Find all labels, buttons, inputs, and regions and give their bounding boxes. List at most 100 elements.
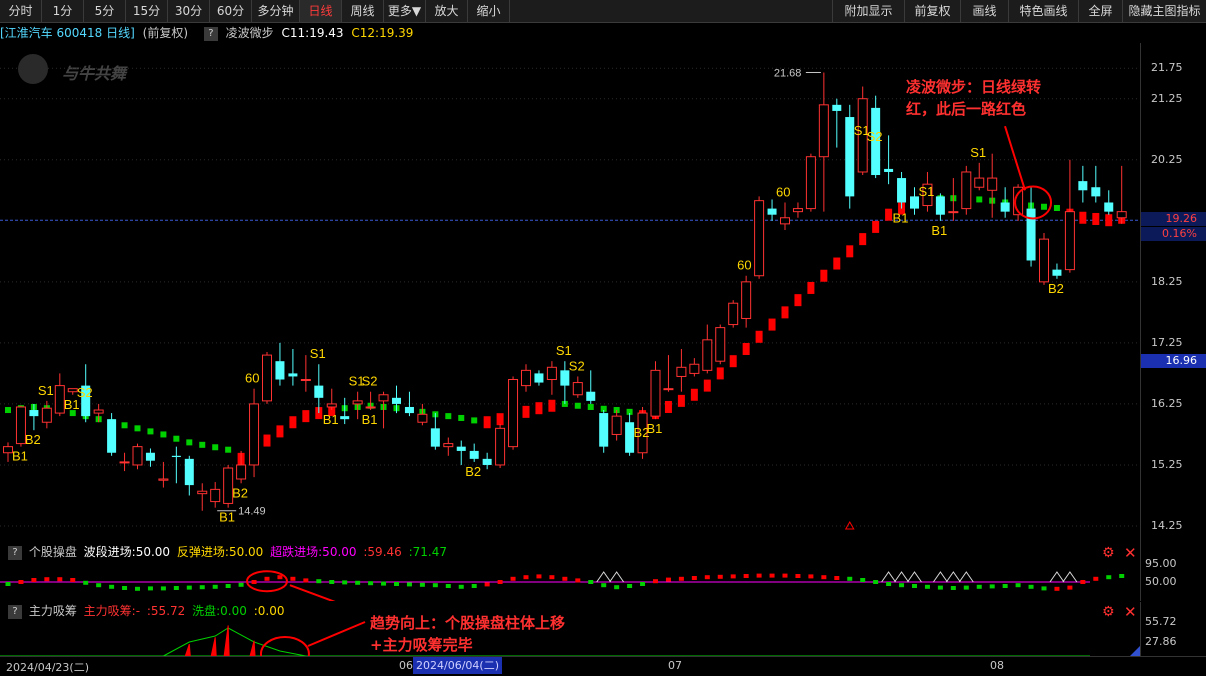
toolbar-btn-9[interactable]: 更多▼ — [384, 0, 426, 22]
panel1-close-icon[interactable]: ✕ — [1124, 546, 1138, 561]
toolbar-btn-10[interactable]: 放大 — [426, 0, 468, 22]
toolbar-btn-3[interactable]: 15分 — [126, 0, 168, 22]
candle-body-47 — [611, 415, 622, 435]
price-tick-9: 15.25 — [1151, 457, 1183, 471]
stock-title[interactable]: [江淮汽车 600418 日线] — [0, 26, 135, 40]
toolbar-right-btn-0[interactable]: 附加显示 — [832, 0, 904, 22]
toolbar-right-btn-2[interactable]: 画线 — [960, 0, 1008, 22]
toolbar-btn-0[interactable]: 分时 — [0, 0, 42, 22]
candle-body-80 — [1039, 238, 1049, 283]
candle-body-16 — [210, 488, 221, 503]
signal-marker-18: 60 — [737, 258, 751, 273]
candle-body-8 — [107, 419, 117, 453]
trail-mark-9 — [121, 422, 128, 429]
panel1-bar-29 — [381, 581, 387, 586]
info-bar: [江淮汽车 600418 日线] (前复权) ? 凌波微步 C11:19.43 … — [0, 23, 417, 43]
candle-body-77 — [1000, 202, 1010, 212]
trail-mark-67 — [872, 220, 880, 233]
trail-mark-75 — [976, 196, 983, 203]
candle-body-26 — [340, 416, 350, 420]
trail-mark-66 — [859, 233, 867, 246]
candle-body-51 — [663, 388, 674, 391]
toolbar-right-btn-3[interactable]: 特色画线 — [1008, 0, 1078, 22]
panel2-gear-icon[interactable]: ⚙ — [1102, 605, 1116, 619]
candle-body-23 — [300, 379, 311, 382]
panel1-bar-68 — [886, 582, 892, 586]
panel1-bar-28 — [368, 581, 374, 586]
signal-marker-13: B2 — [465, 464, 481, 479]
panel1-bar-17 — [225, 584, 231, 588]
trail-mark-16 — [212, 444, 219, 451]
panel1-triangle-7 — [958, 571, 974, 583]
panel1-bar-49 — [640, 582, 646, 586]
panel1-bar-1 — [18, 580, 24, 584]
trail-mark-60 — [781, 306, 789, 319]
candle-body-86 — [1116, 211, 1127, 219]
trail-mark-68 — [885, 208, 893, 221]
corner-marker-icon — [1130, 646, 1140, 656]
signal-marker-8: S1 — [310, 346, 326, 361]
help-icon[interactable]: ? — [203, 26, 218, 41]
panel1-name: 个股操盘 — [28, 545, 77, 559]
panel1-gear-icon[interactable]: ⚙ — [1102, 546, 1116, 560]
panel2-main-v: :55.72 — [146, 604, 186, 618]
candle-body-29 — [378, 394, 389, 402]
last-price-box: 19.26 — [1141, 212, 1206, 227]
panel1-bar-62 — [808, 574, 814, 579]
panel2-tick-1: 55.72 — [1145, 615, 1177, 628]
panel1-bar-57 — [743, 574, 749, 578]
panel1-bar-60 — [782, 573, 788, 578]
trail-mark-51 — [664, 400, 672, 413]
panel1-bar-43 — [562, 576, 568, 581]
panel1-bar-46 — [601, 583, 607, 588]
trail-mark-63 — [820, 269, 828, 282]
toolbar-right-btn-5[interactable]: 隐藏主图指标 — [1122, 0, 1206, 22]
price-tick-2: 20.25 — [1151, 152, 1183, 166]
adjust-label[interactable]: (前复权) — [143, 26, 188, 40]
toolbar-btn-6[interactable]: 多分钟 — [252, 0, 300, 22]
pct-change-box: 0.16% — [1141, 227, 1206, 242]
panel1-bar-25 — [329, 580, 335, 584]
panel1-bar-36 — [471, 584, 477, 588]
toolbar-btn-8[interactable]: 周线 — [342, 0, 384, 22]
candle-body-41 — [534, 373, 544, 383]
candle-body-69 — [897, 178, 907, 203]
annotation-pointer-top — [1004, 125, 1027, 191]
trail-mark-83 — [1079, 211, 1087, 224]
trail-mark-44 — [574, 402, 581, 409]
toolbar-right-btn-1[interactable]: 前复权 — [904, 0, 960, 22]
panel2-close-icon[interactable]: ✕ — [1124, 605, 1138, 620]
panel1-bar-64 — [834, 576, 840, 580]
panel1-triangle-1 — [609, 571, 625, 583]
trail-mark-0 — [5, 407, 11, 414]
help-icon[interactable]: ? — [8, 604, 22, 619]
candle-body-35 — [456, 446, 466, 451]
signal-marker-0: S1 — [38, 383, 54, 398]
candle-body-52 — [676, 366, 687, 377]
help-icon[interactable]: ? — [8, 545, 22, 560]
panel1-triangle-9 — [1062, 571, 1078, 583]
toolbar-btn-7[interactable]: 日线 — [300, 0, 342, 22]
panel1-bar-61 — [795, 574, 801, 578]
candle-body-42 — [546, 366, 557, 381]
panel1-bar-76 — [989, 584, 995, 589]
candle-body-22 — [288, 373, 298, 377]
toolbar-btn-5[interactable]: 60分 — [210, 0, 252, 22]
candle-body-62 — [805, 156, 816, 210]
toolbar-btn-4[interactable]: 30分 — [168, 0, 210, 22]
indicator-name: 凌波微步 — [225, 26, 274, 40]
toolbar-btn-11[interactable]: 缩小 — [468, 0, 510, 22]
candle-body-68 — [884, 168, 894, 172]
toolbar-right-btn-4[interactable]: 全屏 — [1078, 0, 1122, 22]
candle-body-9 — [119, 461, 130, 464]
candle-body-61 — [792, 208, 803, 213]
panel2-tick-2: 27.86 — [1145, 635, 1177, 648]
panel1-chart — [0, 570, 1125, 601]
toolbar-btn-2[interactable]: 5分 — [84, 0, 126, 22]
trail-mark-42 — [548, 399, 556, 412]
candle-body-10 — [132, 446, 143, 466]
candle-body-37 — [482, 458, 492, 465]
panel1-bar-27 — [355, 580, 361, 585]
toolbar-btn-1[interactable]: 1分 — [42, 0, 84, 22]
trail-mark-53 — [690, 388, 698, 401]
